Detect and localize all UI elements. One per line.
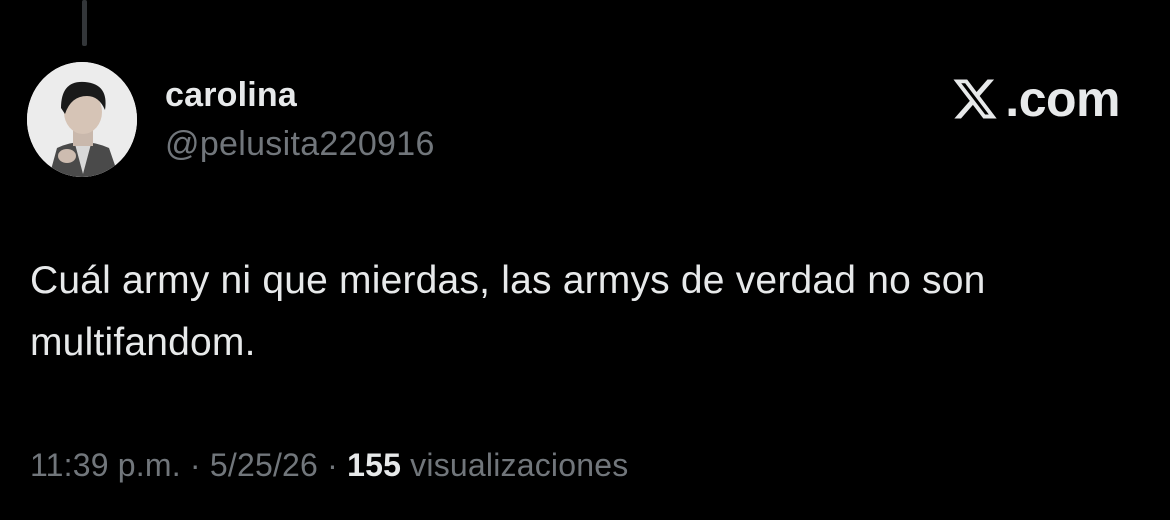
meta-separator: · [318, 447, 348, 483]
views-label: visualizaciones [401, 447, 629, 483]
profile-photo [27, 62, 137, 177]
avatar[interactable] [27, 62, 137, 177]
author-handle[interactable]: @pelusita220916 [165, 125, 435, 164]
meta-separator: · [180, 447, 210, 483]
thread-connector-line [82, 0, 87, 46]
tweet-time[interactable]: 11:39 p.m. [30, 447, 181, 483]
author-display-name[interactable]: carolina [165, 76, 297, 115]
brand-domain: .com [1005, 71, 1120, 127]
tweet-date[interactable]: 5/25/26 [210, 447, 318, 483]
x-logo-icon [953, 79, 997, 119]
tweet-meta: 11:39 p.m. · 5/25/26 · 155 visualizacion… [30, 447, 628, 484]
tweet-text: Cuál army ni que mierdas, las armys de v… [30, 259, 986, 364]
brand-watermark: .com [949, 74, 1120, 124]
views-count[interactable]: 155 [347, 447, 401, 483]
